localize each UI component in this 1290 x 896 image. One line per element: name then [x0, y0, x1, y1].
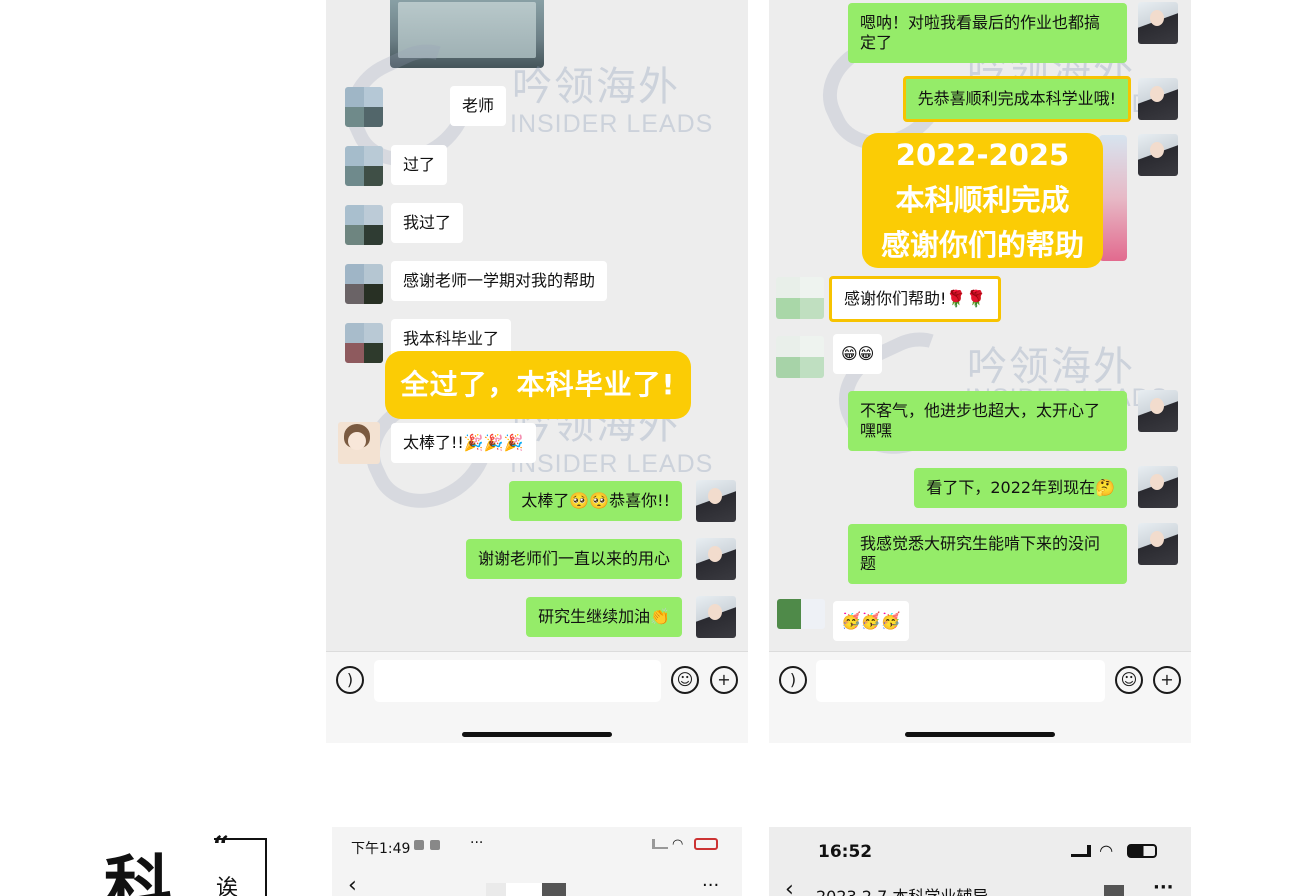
- highlight-banner: 2022-2025 本科顺利完成 感谢你们的帮助: [862, 133, 1103, 268]
- message-bubble-self[interactable]: 嗯呐！对啦我看最后的作业也都搞定了: [848, 3, 1127, 63]
- avatar[interactable]: [776, 277, 824, 319]
- signal-icon: [652, 839, 668, 849]
- photo-screen: [398, 2, 536, 58]
- avatar-self[interactable]: [1138, 78, 1178, 120]
- voice-icon[interactable]: ): [779, 666, 807, 694]
- chat-panel-right: 吟领海外 INSIDER LEADS 吟领海外 INSIDER LEADS 嗯呐…: [769, 0, 1191, 743]
- message-bubble[interactable]: 过了: [391, 145, 448, 185]
- banner-line: 感谢你们的帮助: [880, 228, 1084, 262]
- redaction-block: [1104, 885, 1124, 896]
- message-bubble-self[interactable]: 我感觉悉大研究生能啃下来的没问题: [848, 524, 1127, 584]
- back-icon[interactable]: ‹: [785, 877, 794, 896]
- input-bar: ) ☺ +: [326, 651, 748, 743]
- shared-photo[interactable]: [1099, 135, 1127, 261]
- voice-icon[interactable]: ): [336, 666, 364, 694]
- quote-mark: “: [213, 830, 230, 863]
- message-bubble[interactable]: 感谢老师一学期对我的帮助: [391, 261, 608, 301]
- avatar-self[interactable]: [1138, 466, 1178, 508]
- avatar-self[interactable]: [1138, 390, 1178, 432]
- more-icon[interactable]: ···: [702, 875, 719, 896]
- message-bubble[interactable]: 🥳🥳🥳: [833, 601, 909, 641]
- signal-icon: [1071, 845, 1091, 857]
- status-time: 下午1:49: [351, 841, 411, 857]
- highlight-banner: 全过了，本科毕业了!: [385, 351, 691, 419]
- avatar[interactable]: [345, 264, 383, 304]
- chat-title: 2023.2.7 本科学业辅导——: [816, 883, 1020, 896]
- quote-char: 诶: [216, 876, 239, 896]
- home-indicator: [905, 732, 1055, 737]
- notification-icon: [414, 840, 424, 850]
- message-bubble-self[interactable]: 看了下，2022年到现在🤔: [914, 468, 1127, 508]
- plus-icon[interactable]: +: [1153, 666, 1181, 694]
- watermark-en: INSIDER LEADS: [510, 450, 714, 478]
- message-bubble-self[interactable]: 不客气，他进步也超大，太开心了嘿嘿: [848, 391, 1127, 451]
- status-dots: ···: [470, 835, 484, 851]
- message-bubble-self-highlighted[interactable]: 先恭喜顺利完成本科学业哦!: [902, 76, 1131, 122]
- emoji-icon[interactable]: ☺: [1115, 666, 1143, 694]
- watermark-cn: 吟领海外: [967, 344, 1135, 390]
- watermark-en: INSIDER LEADS: [510, 110, 714, 138]
- battery-icon: [1127, 844, 1157, 858]
- more-icon[interactable]: ···: [1153, 877, 1174, 896]
- message-input[interactable]: [816, 660, 1105, 702]
- message-bubble-highlighted[interactable]: 感谢你们帮助!🌹🌹: [829, 276, 1002, 322]
- emoji-icon[interactable]: ☺: [671, 666, 699, 694]
- banner-line: 2022-2025: [895, 138, 1070, 172]
- back-icon[interactable]: ‹: [348, 873, 357, 896]
- avatar-self[interactable]: [696, 480, 736, 522]
- message-bubble[interactable]: 😁😁: [833, 334, 883, 374]
- wifi-icon: ◠: [672, 837, 684, 852]
- message-bubble-self[interactable]: 太棒了🥺🥺恭喜你!!: [509, 481, 682, 521]
- message-bubble-self[interactable]: 谢谢老师们一直以来的用心: [465, 539, 682, 579]
- plus-icon[interactable]: +: [710, 666, 738, 694]
- notification-icon: [430, 840, 440, 850]
- avatar-self[interactable]: [1138, 134, 1178, 176]
- phone-screenshot-right: 16:52 ◠ ‹ 2023.2.7 本科学业辅导—— ···: [769, 827, 1191, 896]
- avatar[interactable]: [776, 336, 824, 378]
- message-bubble[interactable]: 老师: [450, 86, 507, 126]
- avatar-self[interactable]: [696, 596, 736, 638]
- avatar-self[interactable]: [1138, 2, 1178, 44]
- avatar[interactable]: [345, 87, 383, 127]
- banner-line: 本科顺利完成: [895, 183, 1070, 217]
- message-bubble[interactable]: 太棒了!!🎉🎉🎉: [391, 423, 536, 463]
- avatar-self[interactable]: [1138, 523, 1178, 565]
- phone-screenshot-left: 下午1:49 ··· ◠ ‹ ···: [332, 827, 742, 896]
- message-bubble[interactable]: 我过了: [391, 203, 464, 243]
- input-bar: ) ☺ +: [769, 651, 1191, 743]
- message-input[interactable]: [374, 660, 661, 702]
- status-time: 16:52: [818, 842, 873, 862]
- avatar-self[interactable]: [696, 538, 736, 580]
- page: 吟领海外 INSIDER LEADS 吟领海外 INSIDER LEADS 老师…: [0, 0, 1290, 896]
- avatar[interactable]: [345, 205, 383, 245]
- wifi-icon: ◠: [1100, 841, 1113, 860]
- avatar[interactable]: [345, 146, 383, 186]
- chat-title-redacted: [486, 883, 566, 896]
- avatar-cartoon[interactable]: [338, 422, 380, 464]
- battery-icon: [694, 838, 718, 850]
- shared-photo[interactable]: [390, 0, 544, 68]
- section-heading-char: 科: [104, 848, 173, 896]
- message-bubble-self[interactable]: 研究生继续加油👏: [526, 597, 682, 637]
- avatar[interactable]: [345, 323, 383, 363]
- chat-panel-left: 吟领海外 INSIDER LEADS 吟领海外 INSIDER LEADS 老师…: [326, 0, 748, 743]
- avatar[interactable]: [777, 599, 825, 629]
- home-indicator: [462, 732, 612, 737]
